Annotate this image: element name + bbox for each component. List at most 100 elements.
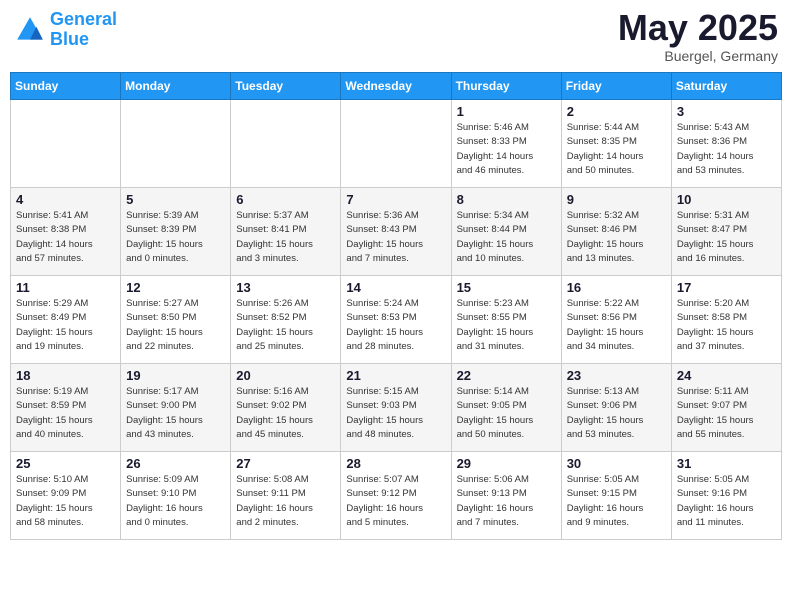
month-title: May 2025 (618, 10, 778, 46)
day-info: Sunrise: 5:06 AM Sunset: 9:13 PM Dayligh… (457, 473, 556, 530)
day-info: Sunrise: 5:17 AM Sunset: 9:00 PM Dayligh… (126, 385, 225, 442)
logo-icon (14, 14, 46, 46)
day-info: Sunrise: 5:36 AM Sunset: 8:43 PM Dayligh… (346, 209, 445, 266)
day-number: 19 (126, 368, 225, 383)
day-number: 5 (126, 192, 225, 207)
calendar-cell: 1Sunrise: 5:46 AM Sunset: 8:33 PM Daylig… (451, 100, 561, 188)
day-number: 9 (567, 192, 666, 207)
day-number: 12 (126, 280, 225, 295)
calendar-cell: 15 Sunrise: 5:23 AM Sunset: 8:55 PM Dayli… (451, 276, 561, 364)
day-info: Sunrise: 5:27 AM Sunset: 8:50 PM Dayligh… (126, 297, 225, 354)
calendar-cell: 23 Sunrise: 5:13 AM Sunset: 9:06 PM Dayli… (561, 364, 671, 452)
day-info: Sunrise: 5:08 AM Sunset: 9:11 PM Dayligh… (236, 473, 335, 530)
day-info: Sunrise: 5:11 AM Sunset: 9:07 PM Dayligh… (677, 385, 776, 442)
day-info: Sunrise: 5:19 AM Sunset: 8:59 PM Dayligh… (16, 385, 115, 442)
day-number: 8 (457, 192, 556, 207)
day-number: 13 (236, 280, 335, 295)
day-number: 21 (346, 368, 445, 383)
location: Buergel, Germany (618, 48, 778, 64)
calendar-cell: 17 Sunrise: 5:20 AM Sunset: 8:58 PM Dayli… (671, 276, 781, 364)
calendar-week-4: 18 Sunrise: 5:19 AM Sunset: 8:59 PM Dayli… (11, 364, 782, 452)
day-info: Sunrise: 5:26 AM Sunset: 8:52 PM Dayligh… (236, 297, 335, 354)
day-number: 4 (16, 192, 115, 207)
day-info: Sunrise: 5:10 AM Sunset: 9:09 PM Dayligh… (16, 473, 115, 530)
calendar-cell: 21Sunrise: 5:15 AM Sunset: 9:03 PM Dayli… (341, 364, 451, 452)
calendar-cell: 19 Sunrise: 5:17 AM Sunset: 9:00 PM Dayli… (121, 364, 231, 452)
day-info: Sunrise: 5:13 AM Sunset: 9:06 PM Dayligh… (567, 385, 666, 442)
calendar-week-5: 25 Sunrise: 5:10 AM Sunset: 9:09 PM Dayli… (11, 452, 782, 540)
day-number: 16 (567, 280, 666, 295)
title-block: May 2025 Buergel, Germany (618, 10, 778, 64)
day-info: Sunrise: 5:05 AM Sunset: 9:15 PM Dayligh… (567, 473, 666, 530)
calendar-cell: 29 Sunrise: 5:06 AM Sunset: 9:13 PM Dayli… (451, 452, 561, 540)
day-info: Sunrise: 5:29 AM Sunset: 8:49 PM Dayligh… (16, 297, 115, 354)
day-header-thursday: Thursday (451, 73, 561, 100)
calendar-cell: 20 Sunrise: 5:16 AM Sunset: 9:02 PM Dayli… (231, 364, 341, 452)
day-info: Sunrise: 5:20 AM Sunset: 8:58 PM Dayligh… (677, 297, 776, 354)
calendar-cell: 12 Sunrise: 5:27 AM Sunset: 8:50 PM Dayli… (121, 276, 231, 364)
logo: General Blue (14, 10, 117, 50)
calendar-header-row: SundayMondayTuesdayWednesdayThursdayFrid… (11, 73, 782, 100)
day-header-tuesday: Tuesday (231, 73, 341, 100)
calendar-cell: 7 Sunrise: 5:36 AM Sunset: 8:43 PM Daylig… (341, 188, 451, 276)
calendar-cell: 18 Sunrise: 5:19 AM Sunset: 8:59 PM Dayli… (11, 364, 121, 452)
calendar-cell (341, 100, 451, 188)
calendar-cell (121, 100, 231, 188)
day-info: Sunrise: 5:41 AM Sunset: 8:38 PM Dayligh… (16, 209, 115, 266)
day-info: Sunrise: 5:34 AM Sunset: 8:44 PM Dayligh… (457, 209, 556, 266)
day-number: 2 (567, 104, 666, 119)
calendar-cell: 13 Sunrise: 5:26 AM Sunset: 8:52 PM Dayli… (231, 276, 341, 364)
day-number: 26 (126, 456, 225, 471)
calendar-cell (11, 100, 121, 188)
day-info: Sunrise: 5:39 AM Sunset: 8:39 PM Dayligh… (126, 209, 225, 266)
day-number: 23 (567, 368, 666, 383)
day-number: 30 (567, 456, 666, 471)
day-number: 27 (236, 456, 335, 471)
calendar-cell: 9 Sunrise: 5:32 AM Sunset: 8:46 PM Daylig… (561, 188, 671, 276)
calendar-cell: 22 Sunrise: 5:14 AM Sunset: 9:05 PM Dayli… (451, 364, 561, 452)
calendar-cell: 25 Sunrise: 5:10 AM Sunset: 9:09 PM Dayli… (11, 452, 121, 540)
page-header: General Blue May 2025 Buergel, Germany (10, 10, 782, 64)
day-info: Sunrise: 5:09 AM Sunset: 9:10 PM Dayligh… (126, 473, 225, 530)
day-header-saturday: Saturday (671, 73, 781, 100)
day-number: 18 (16, 368, 115, 383)
day-number: 15 (457, 280, 556, 295)
calendar-cell: 14Sunrise: 5:24 AM Sunset: 8:53 PM Dayli… (341, 276, 451, 364)
calendar-cell: 16Sunrise: 5:22 AM Sunset: 8:56 PM Dayli… (561, 276, 671, 364)
logo-text: General Blue (50, 10, 117, 50)
day-number: 28 (346, 456, 445, 471)
calendar-cell: 11Sunrise: 5:29 AM Sunset: 8:49 PM Dayli… (11, 276, 121, 364)
day-number: 29 (457, 456, 556, 471)
day-number: 20 (236, 368, 335, 383)
calendar-week-2: 4 Sunrise: 5:41 AM Sunset: 8:38 PM Daylig… (11, 188, 782, 276)
calendar-cell: 31Sunrise: 5:05 AM Sunset: 9:16 PM Dayli… (671, 452, 781, 540)
calendar-cell: 3Sunrise: 5:43 AM Sunset: 8:36 PM Daylig… (671, 100, 781, 188)
day-number: 31 (677, 456, 776, 471)
day-number: 10 (677, 192, 776, 207)
day-info: Sunrise: 5:43 AM Sunset: 8:36 PM Dayligh… (677, 121, 776, 178)
day-info: Sunrise: 5:23 AM Sunset: 8:55 PM Dayligh… (457, 297, 556, 354)
day-info: Sunrise: 5:16 AM Sunset: 9:02 PM Dayligh… (236, 385, 335, 442)
day-info: Sunrise: 5:37 AM Sunset: 8:41 PM Dayligh… (236, 209, 335, 266)
calendar-cell: 27 Sunrise: 5:08 AM Sunset: 9:11 PM Dayli… (231, 452, 341, 540)
calendar-cell: 10 Sunrise: 5:31 AM Sunset: 8:47 PM Dayli… (671, 188, 781, 276)
day-number: 22 (457, 368, 556, 383)
calendar-cell: 2Sunrise: 5:44 AM Sunset: 8:35 PM Daylig… (561, 100, 671, 188)
day-number: 1 (457, 104, 556, 119)
day-header-monday: Monday (121, 73, 231, 100)
day-info: Sunrise: 5:31 AM Sunset: 8:47 PM Dayligh… (677, 209, 776, 266)
day-info: Sunrise: 5:32 AM Sunset: 8:46 PM Dayligh… (567, 209, 666, 266)
calendar-table: SundayMondayTuesdayWednesdayThursdayFrid… (10, 72, 782, 540)
day-header-sunday: Sunday (11, 73, 121, 100)
day-number: 25 (16, 456, 115, 471)
calendar-cell: 26 Sunrise: 5:09 AM Sunset: 9:10 PM Dayli… (121, 452, 231, 540)
calendar-cell: 8 Sunrise: 5:34 AM Sunset: 8:44 PM Daylig… (451, 188, 561, 276)
calendar-week-1: 1Sunrise: 5:46 AM Sunset: 8:33 PM Daylig… (11, 100, 782, 188)
day-info: Sunrise: 5:14 AM Sunset: 9:05 PM Dayligh… (457, 385, 556, 442)
day-number: 17 (677, 280, 776, 295)
day-number: 24 (677, 368, 776, 383)
day-number: 7 (346, 192, 445, 207)
day-info: Sunrise: 5:24 AM Sunset: 8:53 PM Dayligh… (346, 297, 445, 354)
day-header-friday: Friday (561, 73, 671, 100)
calendar-cell: 4 Sunrise: 5:41 AM Sunset: 8:38 PM Daylig… (11, 188, 121, 276)
